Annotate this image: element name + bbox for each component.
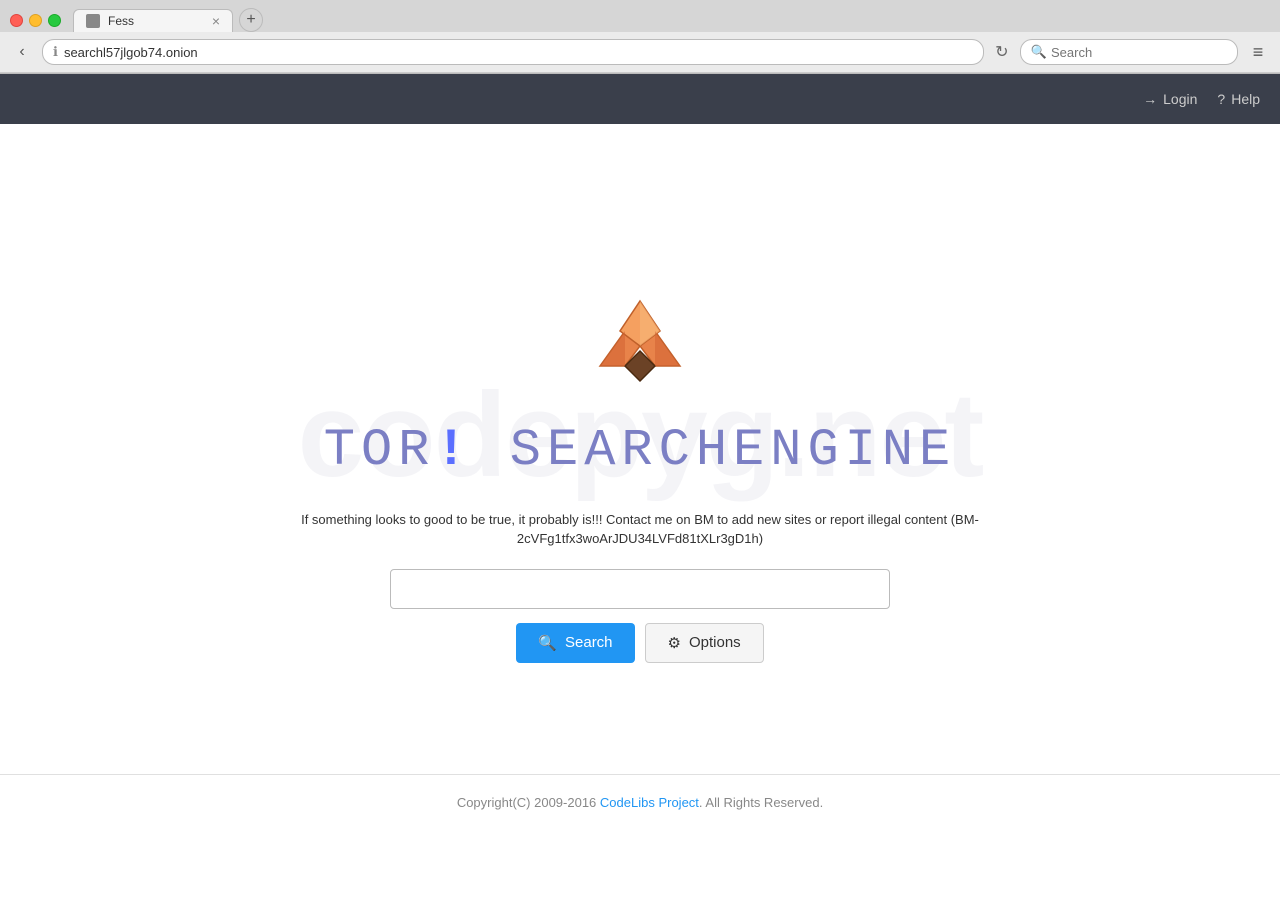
browser-chrome: Fess × + ‹ ℹ ↻ 🔍 ≡	[0, 0, 1280, 74]
footer-rights: . All Rights Reserved.	[699, 795, 823, 810]
search-button[interactable]: 🔍 Search	[516, 623, 634, 663]
browser-search-bar[interactable]: 🔍	[1020, 39, 1238, 65]
help-nav-item[interactable]: ? Help	[1217, 91, 1260, 107]
search-area: 🔍 Search ⚙ Options	[390, 569, 890, 663]
fullscreen-traffic-light[interactable]	[48, 14, 61, 27]
security-info-icon[interactable]: ℹ	[53, 44, 58, 60]
tab-favicon	[86, 14, 100, 28]
main-search-input[interactable]	[390, 569, 890, 609]
header-nav: → Login ? Help	[1143, 91, 1260, 107]
site-header: → Login ? Help	[0, 74, 1280, 124]
address-bar[interactable]: ℹ	[42, 39, 984, 65]
options-icon: ⚙	[668, 634, 681, 652]
active-tab[interactable]: Fess ×	[73, 9, 233, 32]
address-input[interactable]	[64, 45, 973, 60]
tab-title: Fess	[108, 14, 204, 28]
close-traffic-light[interactable]	[10, 14, 23, 27]
title-part1: Tor	[324, 421, 436, 480]
main-content: codepyg.net Tor! SearchEngine If somethi…	[0, 124, 1280, 774]
help-label: Help	[1231, 91, 1260, 107]
logo-container	[580, 276, 700, 401]
footer-link[interactable]: CodeLibs Project	[600, 795, 699, 810]
search-button-label: Search	[565, 634, 613, 651]
browser-search-input[interactable]	[1051, 45, 1227, 60]
login-icon: →	[1143, 91, 1157, 107]
back-button[interactable]: ‹	[8, 38, 36, 66]
minimize-traffic-light[interactable]	[29, 14, 42, 27]
search-button-icon: 🔍	[538, 634, 557, 652]
options-button[interactable]: ⚙ Options	[645, 623, 764, 663]
reload-button[interactable]: ↻	[990, 40, 1014, 64]
title-part2: SearchEngine	[510, 421, 956, 480]
site-logo	[580, 276, 700, 396]
site-title: Tor! SearchEngine	[324, 421, 957, 480]
browser-search-icon: 🔍	[1031, 44, 1047, 60]
login-label: Login	[1163, 91, 1197, 107]
new-tab-button[interactable]: +	[239, 8, 263, 32]
traffic-lights	[10, 14, 61, 27]
site-footer: Copyright(C) 2009-2016 CodeLibs Project.…	[0, 774, 1280, 830]
title-bar: Fess × +	[0, 0, 1280, 32]
browser-menu-button[interactable]: ≡	[1244, 38, 1272, 66]
title-exclamation: !	[435, 421, 472, 480]
disclaimer-text: If something looks to good to be true, i…	[240, 510, 1040, 549]
login-nav-item[interactable]: → Login	[1143, 91, 1197, 107]
help-icon: ?	[1217, 91, 1225, 107]
options-button-label: Options	[689, 634, 741, 651]
nav-bar: ‹ ℹ ↻ 🔍 ≡	[0, 32, 1280, 73]
tab-bar: Fess × +	[73, 8, 1270, 32]
tab-close-button[interactable]: ×	[212, 14, 220, 28]
footer-copyright: Copyright(C) 2009-2016	[457, 795, 596, 810]
search-buttons: 🔍 Search ⚙ Options	[516, 623, 763, 663]
